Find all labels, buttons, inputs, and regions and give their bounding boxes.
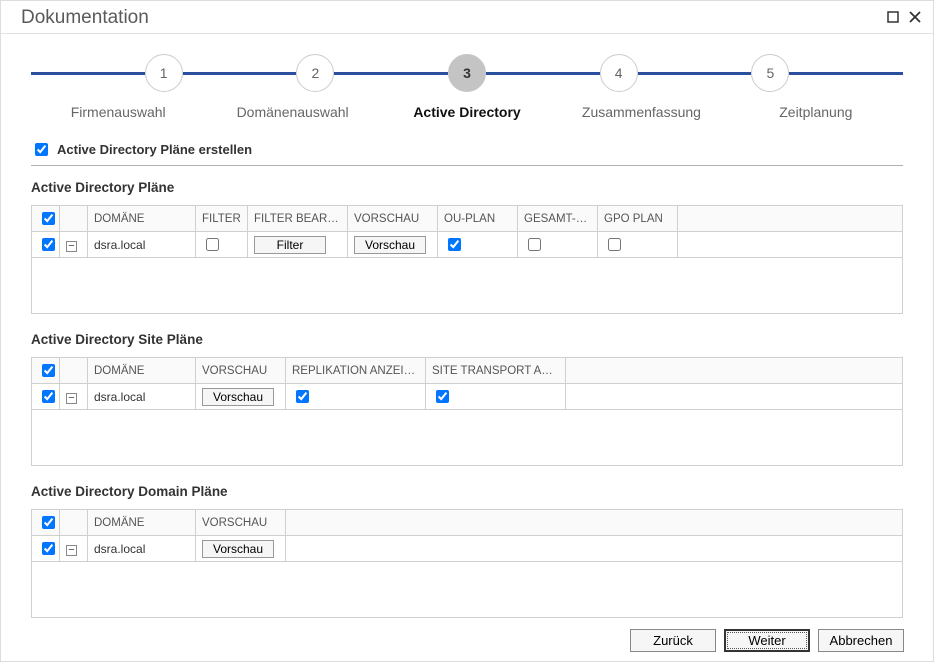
ad-plans-grid: DOMÄNE FILTER FILTER BEARBEI... VORSCHAU… bbox=[31, 205, 903, 314]
step-2-label: Domänenauswahl bbox=[205, 104, 379, 120]
wizard-footer: Zurück Weiter Abbrechen bbox=[630, 629, 904, 652]
table-row[interactable]: − dsra.local Filter Vorschau bbox=[32, 232, 903, 258]
cell-domain: dsra.local bbox=[88, 384, 196, 410]
next-button[interactable]: Weiter bbox=[724, 629, 810, 652]
col-filter[interactable]: FILTER bbox=[196, 206, 248, 232]
expand-icon[interactable]: − bbox=[66, 545, 77, 556]
preview-button[interactable]: Vorschau bbox=[202, 388, 274, 406]
site-select-all[interactable] bbox=[42, 364, 55, 377]
cancel-button[interactable]: Abbrechen bbox=[818, 629, 904, 652]
col-ou-plan[interactable]: OU-PLAN bbox=[438, 206, 518, 232]
row-select-checkbox[interactable] bbox=[42, 390, 55, 403]
col-preview[interactable]: VORSCHAU bbox=[196, 358, 286, 384]
cell-domain: dsra.local bbox=[88, 536, 196, 562]
replication-checkbox[interactable] bbox=[296, 390, 309, 403]
col-gpo-plan[interactable]: GPO PLAN bbox=[598, 206, 678, 232]
ad-site-plans-grid: DOMÄNE VORSCHAU REPLIKATION ANZEIGEN SIT… bbox=[31, 357, 903, 466]
titlebar: Dokumentation bbox=[1, 1, 933, 34]
row-select-checkbox[interactable] bbox=[42, 542, 55, 555]
domain-select-all[interactable] bbox=[42, 516, 55, 529]
wizard-stepper: 1 2 3 4 5 Firmenauswahl Domänenauswahl A… bbox=[31, 52, 903, 120]
step-2-circle[interactable]: 2 bbox=[296, 54, 334, 92]
col-preview[interactable]: VORSCHAU bbox=[348, 206, 438, 232]
expand-icon[interactable]: − bbox=[66, 393, 77, 404]
filter-button[interactable]: Filter bbox=[254, 236, 326, 254]
table-row[interactable]: − dsra.local Vorschau bbox=[32, 384, 903, 410]
site-transport-checkbox[interactable] bbox=[436, 390, 449, 403]
ad-domain-plans-title: Active Directory Domain Pläne bbox=[31, 484, 903, 499]
step-4-circle[interactable]: 4 bbox=[600, 54, 638, 92]
ad-domain-plans-grid: DOMÄNE VORSCHAU − dsra.local Vorschau bbox=[31, 509, 903, 618]
cell-domain: dsra.local bbox=[88, 232, 196, 258]
row-select-checkbox[interactable] bbox=[42, 238, 55, 251]
col-replication[interactable]: REPLIKATION ANZEIGEN bbox=[286, 358, 426, 384]
col-filter-edit[interactable]: FILTER BEARBEI... bbox=[248, 206, 348, 232]
window-title: Dokumentation bbox=[21, 7, 149, 29]
back-button[interactable]: Zurück bbox=[630, 629, 716, 652]
step-1-circle[interactable]: 1 bbox=[145, 54, 183, 92]
filter-checkbox[interactable] bbox=[206, 238, 219, 251]
col-site-transport[interactable]: SITE TRANSPORT ANZ... bbox=[426, 358, 566, 384]
step-3-circle[interactable]: 3 bbox=[448, 54, 486, 92]
step-5-circle[interactable]: 5 bbox=[751, 54, 789, 92]
step-3-label: Active Directory bbox=[380, 104, 554, 120]
create-ad-plans-label: Active Directory Pläne erstellen bbox=[57, 142, 252, 157]
col-domain[interactable]: DOMÄNE bbox=[88, 206, 196, 232]
col-preview[interactable]: VORSCHAU bbox=[196, 510, 286, 536]
close-icon[interactable] bbox=[909, 11, 921, 26]
col-domain[interactable]: DOMÄNE bbox=[88, 510, 196, 536]
table-row[interactable]: − dsra.local Vorschau bbox=[32, 536, 903, 562]
total-plan-checkbox[interactable] bbox=[528, 238, 541, 251]
col-domain[interactable]: DOMÄNE bbox=[88, 358, 196, 384]
step-4-label: Zusammenfassung bbox=[554, 104, 728, 120]
col-total-plan[interactable]: GESAMT-P... bbox=[518, 206, 598, 232]
step-5-label: Zeitplanung bbox=[729, 104, 903, 120]
maximize-icon[interactable] bbox=[887, 11, 899, 26]
gpo-plan-checkbox[interactable] bbox=[608, 238, 621, 251]
ad-site-plans-title: Active Directory Site Pläne bbox=[31, 332, 903, 347]
preview-button[interactable]: Vorschau bbox=[202, 540, 274, 558]
preview-button[interactable]: Vorschau bbox=[354, 236, 426, 254]
create-ad-plans-checkbox[interactable] bbox=[35, 143, 48, 156]
step-1-label: Firmenauswahl bbox=[31, 104, 205, 120]
ou-plan-checkbox[interactable] bbox=[448, 238, 461, 251]
ad-plans-title: Active Directory Pläne bbox=[31, 180, 903, 195]
ad-plans-select-all[interactable] bbox=[42, 212, 55, 225]
expand-icon[interactable]: − bbox=[66, 241, 77, 252]
